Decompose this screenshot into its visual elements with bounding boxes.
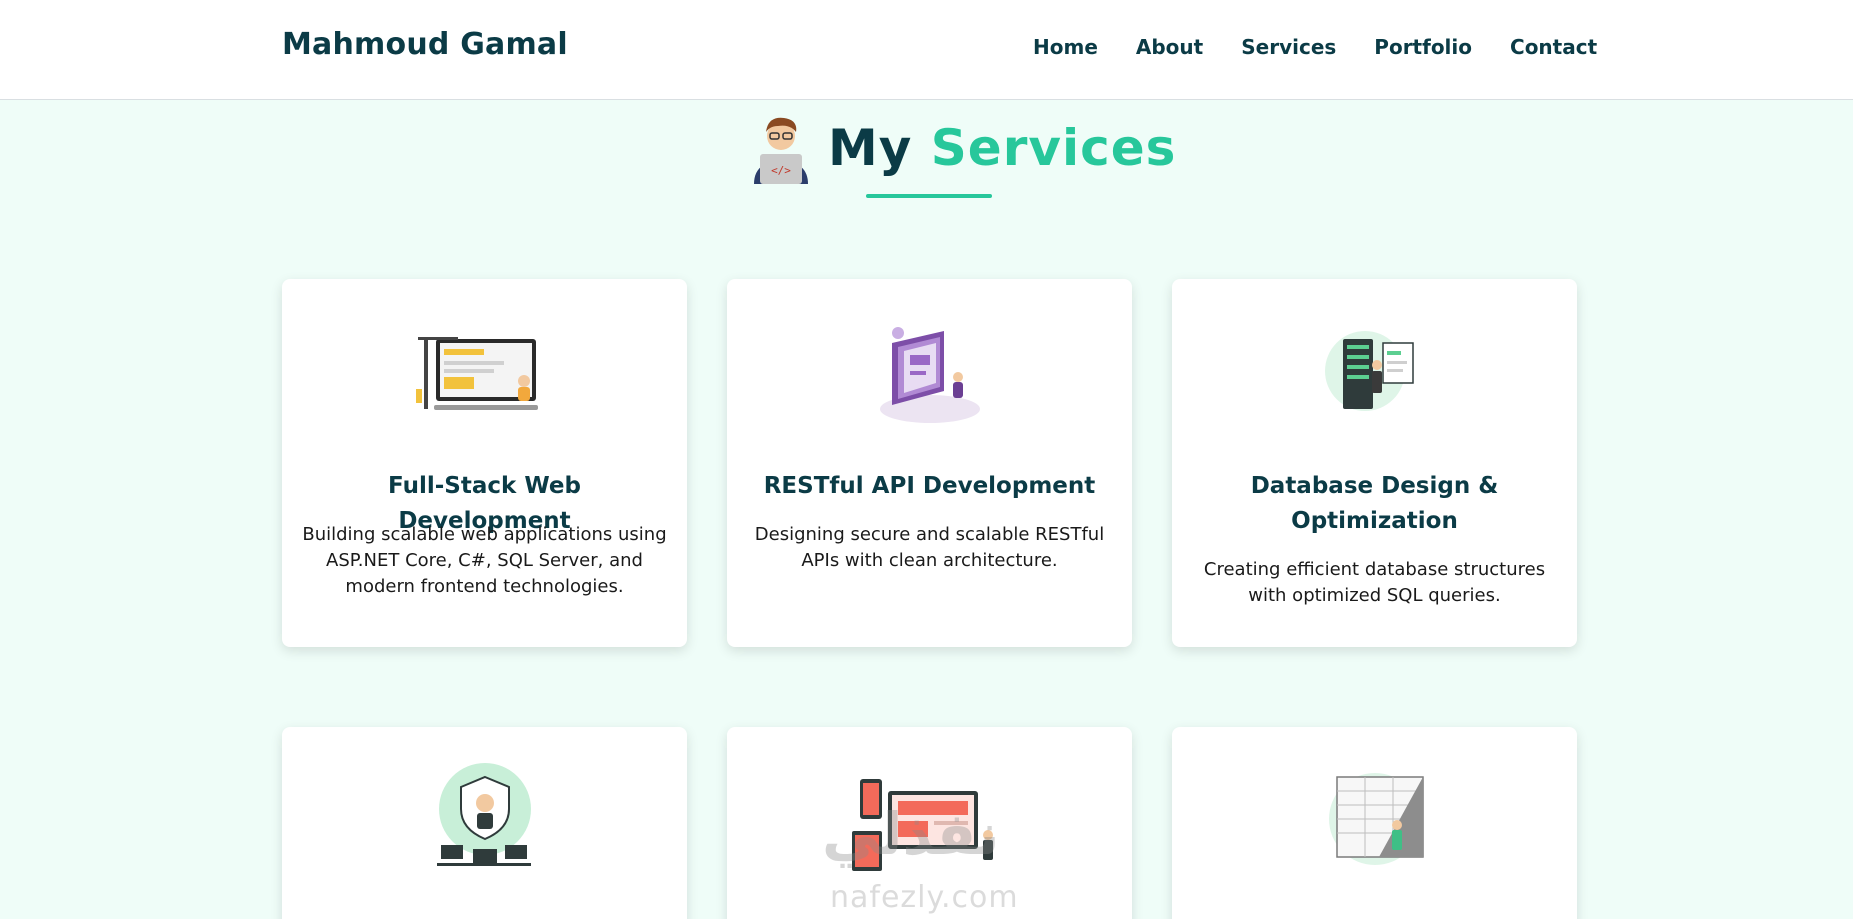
watermark-latin: nafezly.com: [830, 880, 1019, 915]
service-card-4: [282, 727, 687, 919]
nav-about[interactable]: About: [1136, 35, 1203, 59]
svg-text:</>: </>: [771, 164, 791, 177]
service-title: RESTful API Development: [763, 473, 1096, 499]
data-analysis-illustration-icon: [1328, 773, 1424, 865]
section-title-part2: Services: [930, 119, 1177, 177]
section-title-underline: [866, 194, 992, 198]
services-section-header: </> My Services: [0, 112, 1853, 202]
web-development-illustration-icon: [415, 337, 538, 410]
service-title: Database Design & Optimization: [1250, 473, 1499, 534]
section-title: My Services: [828, 119, 1176, 177]
service-card-6: [1172, 727, 1577, 919]
nav-contact[interactable]: Contact: [1510, 35, 1597, 59]
service-description: Creating efficient database structures w…: [1203, 559, 1546, 606]
watermark-arabic: نفذلي: [822, 800, 1000, 868]
nav-portfolio[interactable]: Portfolio: [1374, 35, 1472, 59]
api-development-illustration-icon: [879, 327, 980, 423]
service-description: Designing secure and scalable RESTful AP…: [754, 524, 1105, 571]
section-title-part1: My: [828, 119, 913, 177]
main-nav: Home About Services Portfolio Contact: [1033, 35, 1597, 59]
security-illustration-icon: [436, 763, 531, 866]
service-card-api: RESTful API Development Designing secure…: [727, 279, 1132, 647]
nav-home[interactable]: Home: [1033, 35, 1098, 59]
brand-logo[interactable]: Mahmoud Gamal: [282, 27, 568, 62]
developer-avatar-icon: </>: [754, 117, 808, 184]
service-card-fullstack: Full-Stack Web Development Building scal…: [282, 279, 687, 647]
service-card-database: Database Design & Optimization Creating …: [1172, 279, 1577, 647]
watermark: نفذلي nafezly.com: [822, 800, 1032, 919]
service-description: Building scalable web applications using…: [302, 524, 667, 597]
database-illustration-icon: [1324, 331, 1414, 411]
nav-services[interactable]: Services: [1241, 35, 1336, 59]
navbar: Mahmoud Gamal Home About Services Portfo…: [0, 0, 1853, 100]
